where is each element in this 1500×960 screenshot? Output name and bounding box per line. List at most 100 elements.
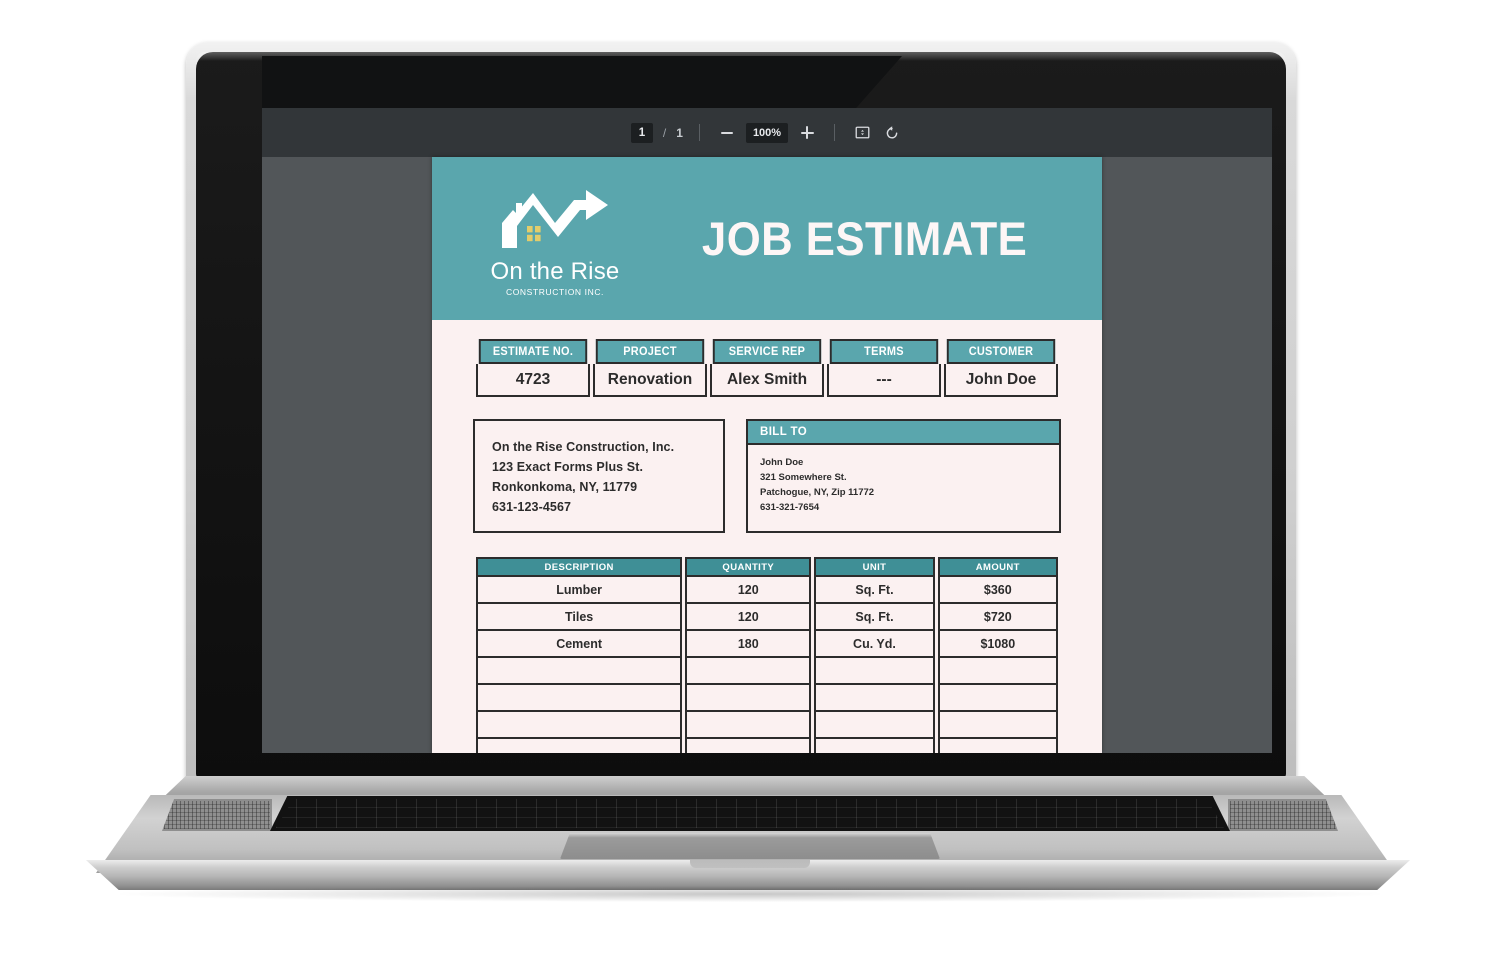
item-unit-empty xyxy=(814,712,935,739)
logo-company-name: On the Rise xyxy=(490,258,620,285)
item-quantity: 120 xyxy=(685,604,812,631)
bill-to-line: 631-321-7654 xyxy=(760,502,820,513)
laptop-trackpad[interactable] xyxy=(560,833,940,859)
screen-top-dark-band xyxy=(262,56,902,114)
item-quantity: 180 xyxy=(685,631,812,658)
item-quantity-empty xyxy=(685,712,812,739)
item-quantity-empty xyxy=(685,739,812,753)
item-unit: Sq. Ft. xyxy=(814,577,935,604)
meta-value-service-rep: Alex Smith xyxy=(710,364,824,397)
item-description: Lumber xyxy=(476,577,683,604)
meta-value-terms: --- xyxy=(827,364,941,397)
company-address-line: On the Rise Construction, Inc. xyxy=(492,440,675,454)
rotate-button[interactable] xyxy=(881,122,903,144)
document-title: JOB ESTIMATE xyxy=(701,212,1028,265)
bill-to-line: 321 Somewhere St. xyxy=(760,472,847,483)
page-total-label: 1 xyxy=(676,125,683,140)
item-amount: $1080 xyxy=(937,631,1058,658)
address-section: On the Rise Construction, Inc. 123 Exact… xyxy=(473,419,1061,533)
house-rising-arrow-logo-icon xyxy=(502,190,608,248)
laptop-drop-shadow xyxy=(120,886,1380,902)
meta-value-project: Renovation xyxy=(593,364,707,397)
view-tools-group xyxy=(851,122,903,144)
pdf-page-scroll-area[interactable]: On the Rise CONSTRUCTION INC. JOB ESTIMA… xyxy=(262,157,1272,753)
company-address-block: On the Rise Construction, Inc. 123 Exact… xyxy=(473,419,725,533)
meta-header-estimate-no: ESTIMATE NO. xyxy=(478,339,588,364)
speaker-grille-right xyxy=(1228,799,1338,831)
item-amount-empty xyxy=(937,739,1058,753)
company-address-line: Ronkonkoma, NY, 11779 xyxy=(492,480,638,494)
items-header-row: DESCRIPTION QUANTITY UNIT AMOUNT xyxy=(476,557,1058,577)
items-header-unit: UNIT xyxy=(814,557,935,577)
item-description-empty xyxy=(476,658,683,685)
document-body: ESTIMATE NO. PROJECT SERVICE REP TERMS C… xyxy=(432,339,1102,753)
table-row-empty xyxy=(476,658,1058,685)
item-unit: Cu. Yd. xyxy=(814,631,935,658)
table-row-empty xyxy=(476,712,1058,739)
page-separator: / xyxy=(662,125,667,140)
laptop-screen: 1 / 1 100% On the Rise CONSTRUCTION INC.… xyxy=(262,108,1272,753)
speaker-grille-left xyxy=(162,799,272,831)
estimate-meta-table: ESTIMATE NO. PROJECT SERVICE REP TERMS C… xyxy=(473,339,1061,397)
meta-header-service-rep: SERVICE REP xyxy=(712,339,822,364)
item-description: Tiles xyxy=(476,604,683,631)
item-amount: $720 xyxy=(937,604,1058,631)
item-unit-empty xyxy=(814,658,935,685)
item-quantity-empty xyxy=(685,658,812,685)
item-unit: Sq. Ft. xyxy=(814,604,935,631)
item-unit-empty xyxy=(814,739,935,753)
meta-value-estimate-no: 4723 xyxy=(476,364,590,397)
zoom-out-button[interactable] xyxy=(716,122,738,144)
company-logo: On the Rise CONSTRUCTION INC. xyxy=(480,180,630,297)
table-row-empty xyxy=(476,739,1058,753)
company-address-line: 123 Exact Forms Plus St. xyxy=(492,460,644,474)
laptop-mockup: 1 / 1 100% On the Rise CONSTRUCTION INC.… xyxy=(0,0,1500,960)
meta-header-row: ESTIMATE NO. PROJECT SERVICE REP TERMS C… xyxy=(476,339,1058,364)
zoom-level-input[interactable]: 100% xyxy=(745,122,789,143)
item-amount-empty xyxy=(937,658,1058,685)
estimate-document-page: On the Rise CONSTRUCTION INC. JOB ESTIMA… xyxy=(432,157,1102,753)
bill-to-block: BILL TO John Doe 321 Somewhere St. Patch… xyxy=(746,419,1061,533)
meta-value-row: 4723 Renovation Alex Smith --- John Doe xyxy=(476,364,1058,397)
meta-value-customer: John Doe xyxy=(944,364,1058,397)
table-row-empty xyxy=(476,685,1058,712)
item-quantity: 120 xyxy=(685,577,812,604)
company-address-line: 631-123-4567 xyxy=(492,500,572,514)
item-description-empty xyxy=(476,712,683,739)
bill-to-heading: BILL TO xyxy=(748,421,1059,445)
page-navigation-group: 1 / 1 xyxy=(630,122,683,143)
toolbar-divider-1 xyxy=(698,124,700,141)
rotate-icon xyxy=(886,125,898,138)
item-amount: $360 xyxy=(937,577,1058,604)
bill-to-body: John Doe 321 Somewhere St. Patchogue, NY… xyxy=(748,445,1059,524)
page-number-input[interactable]: 1 xyxy=(630,122,653,143)
item-description-empty xyxy=(476,685,683,712)
item-quantity-empty xyxy=(685,685,812,712)
table-row: Lumber 120 Sq. Ft. $360 xyxy=(476,577,1058,604)
keyboard-key-texture xyxy=(276,799,1224,828)
item-amount-empty xyxy=(937,712,1058,739)
plus-icon xyxy=(800,126,814,139)
toolbar-divider-2 xyxy=(834,124,836,141)
table-row: Cement 180 Cu. Yd. $1080 xyxy=(476,631,1058,658)
bill-to-line: John Doe xyxy=(760,457,804,468)
line-items-table: DESCRIPTION QUANTITY UNIT AMOUNT Lumber … xyxy=(473,557,1061,753)
item-description-empty xyxy=(476,739,683,753)
items-header-description: DESCRIPTION xyxy=(476,557,683,577)
fit-to-page-button[interactable] xyxy=(851,122,873,144)
pdf-viewer-toolbar: 1 / 1 100% xyxy=(262,108,1272,157)
meta-header-project: PROJECT xyxy=(595,339,705,364)
items-header-quantity: QUANTITY xyxy=(685,557,812,577)
fit-to-page-icon xyxy=(855,126,870,139)
logo-company-subtitle: CONSTRUCTION INC. xyxy=(505,287,605,297)
base-front-notch xyxy=(690,860,810,868)
meta-header-customer: CUSTOMER xyxy=(946,339,1056,364)
item-unit-empty xyxy=(814,685,935,712)
table-row: Tiles 120 Sq. Ft. $720 xyxy=(476,604,1058,631)
bill-to-line: Patchogue, NY, Zip 11772 xyxy=(760,487,875,498)
item-amount-empty xyxy=(937,685,1058,712)
zoom-controls-group: 100% xyxy=(716,122,818,144)
zoom-in-button[interactable] xyxy=(796,122,818,144)
item-description: Cement xyxy=(476,631,683,658)
meta-header-terms: TERMS xyxy=(829,339,939,364)
